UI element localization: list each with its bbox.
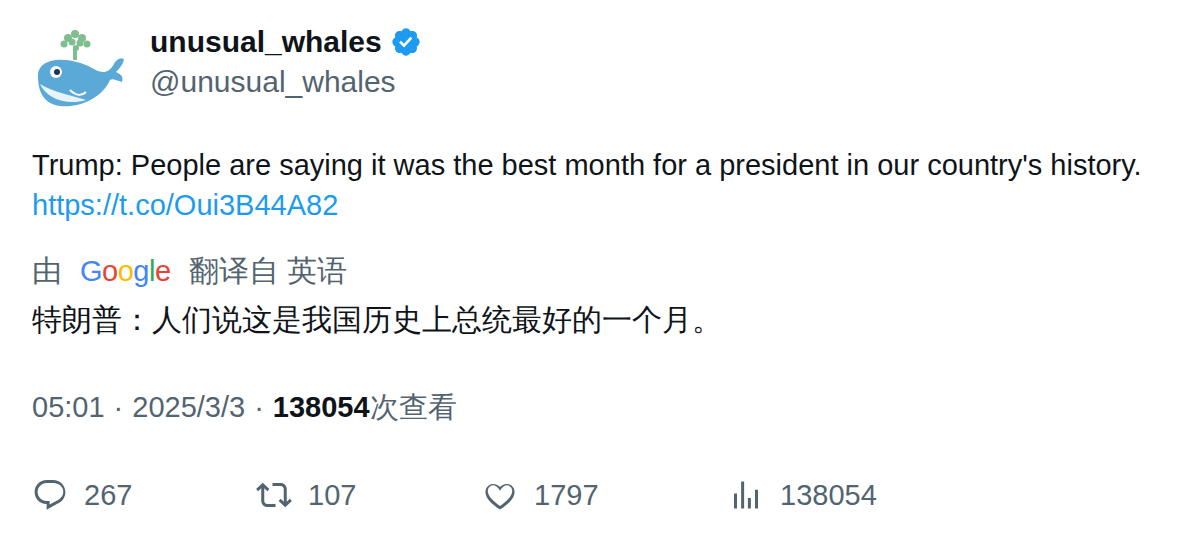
- action-count: 1797: [534, 475, 599, 515]
- author-name[interactable]: unusual_whales: [150, 22, 382, 62]
- bar-chart-icon: [728, 477, 764, 513]
- heart-icon: [482, 477, 518, 513]
- views-label: 次查看: [370, 387, 457, 427]
- whale-avatar-icon[interactable]: [30, 26, 126, 112]
- tweet-meta: 05:01·2025/3/3·138054次查看: [32, 387, 1166, 427]
- tweet: unusual_whales@unusual_whales Trump: Peop…: [0, 0, 1196, 538]
- name-row: unusual_whales: [150, 22, 422, 62]
- translation-attribution: 由 Google 翻译自 英语: [32, 251, 1166, 291]
- action-bar: 267 107 1797 138054: [32, 475, 1166, 515]
- translation-suffix: 翻译自 英语: [189, 251, 347, 291]
- separator: ·: [254, 387, 264, 427]
- action-count: 138054: [780, 475, 877, 515]
- like-action[interactable]: 1797: [482, 475, 728, 515]
- google-logo: Google: [80, 251, 171, 291]
- action-count: 107: [308, 475, 356, 515]
- retweet-action[interactable]: 107: [256, 475, 482, 515]
- reply-action[interactable]: 267: [32, 475, 256, 515]
- action-count: 267: [84, 475, 132, 515]
- tweet-text: Trump: People are saying it was the best…: [32, 145, 1166, 225]
- author-handle[interactable]: @unusual_whales: [150, 62, 422, 102]
- tweet-time[interactable]: 05:01: [32, 387, 105, 427]
- translated-text: 特朗普：人们说这是我国历史上总统最好的一个月。: [32, 300, 1166, 340]
- author-names: unusual_whales@unusual_whales: [150, 22, 422, 102]
- translation-prefix: 由: [32, 251, 62, 291]
- speech-bubble-icon: [32, 477, 68, 513]
- separator: ·: [114, 387, 124, 427]
- view-count: 138054: [273, 387, 370, 427]
- tweet-date[interactable]: 2025/3/3: [132, 387, 245, 427]
- views-action[interactable]: 138054: [728, 475, 1166, 515]
- retweet-arrows-icon: [256, 477, 292, 513]
- tweet-header: unusual_whales@unusual_whales: [32, 22, 1166, 112]
- verified-badge-icon: [390, 26, 422, 58]
- tweet-link[interactable]: https://t.co/Oui3B44A82: [32, 189, 338, 221]
